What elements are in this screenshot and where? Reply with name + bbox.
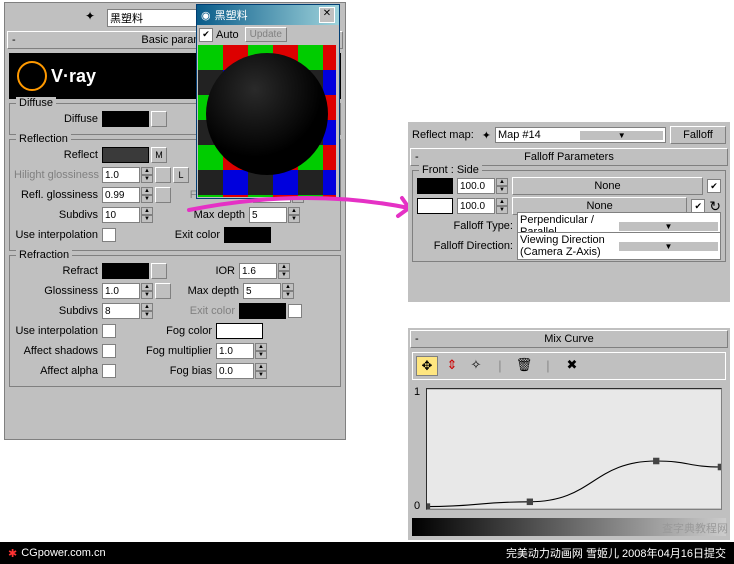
reset-icon[interactable]: ✖ <box>562 356 582 374</box>
side-color-swatch[interactable] <box>417 198 453 214</box>
preview-titlebar[interactable]: ◉ 黑塑料 ✕ <box>197 5 339 25</box>
chevron-down-icon: ▼ <box>619 242 718 251</box>
reflect-label: Reflect <box>14 149 102 161</box>
hilight-gloss-label: Hilight glossiness <box>14 169 102 181</box>
refract-swatch[interactable] <box>102 263 149 279</box>
reflect-map-button[interactable]: M <box>151 147 167 163</box>
watermark: 查字典教程网 <box>662 520 728 536</box>
preview-viewport <box>198 45 336 197</box>
star-icon: ✱ <box>8 547 17 560</box>
map-dropdown[interactable]: Map #14▼ <box>495 127 666 143</box>
falloff-type-button[interactable]: Falloff <box>670 126 726 144</box>
fog-color-label: Fog color <box>116 325 216 337</box>
affect-shadows-checkbox[interactable] <box>102 344 116 358</box>
chevron-down-icon: ▼ <box>619 222 718 231</box>
add-point-icon[interactable]: ✧ <box>466 356 486 374</box>
mix-curve-editor[interactable] <box>426 388 722 510</box>
preview-title-text: 黑塑料 <box>215 7 248 23</box>
r-subdivs-spinner[interactable]: ▲▼ <box>102 303 153 319</box>
curve-toolbar: ✥ ⇕ ✧ | 🗑 | ✖ <box>412 352 726 380</box>
tool-icon[interactable]: ✦ <box>85 9 95 23</box>
max-depth-label: Max depth <box>153 209 249 221</box>
fog-color-swatch[interactable] <box>216 323 263 339</box>
front-map-button[interactable]: None <box>512 177 703 195</box>
hilight-lock-button[interactable]: L <box>173 167 189 183</box>
fog-bias-label: Fog bias <box>116 365 216 377</box>
subdivs-label: Subdivs <box>14 209 102 221</box>
front-amount-spinner[interactable]: ▲▼ <box>457 178 508 194</box>
auto-checkbox[interactable]: ✔ <box>199 28 213 42</box>
auto-label: Auto <box>216 29 239 41</box>
exit-color-swatch[interactable] <box>224 227 271 243</box>
refract-map-button[interactable] <box>151 263 167 279</box>
diffuse-swatch[interactable] <box>102 111 149 127</box>
affect-shadows-label: Affect shadows <box>14 345 102 357</box>
front-enable-checkbox[interactable]: ✔ <box>707 179 721 193</box>
exit-color-label: Exit color <box>116 229 224 241</box>
glossiness-spinner[interactable]: ▲▼ <box>102 283 153 299</box>
affect-alpha-checkbox[interactable] <box>102 364 116 378</box>
use-interp-checkbox[interactable] <box>102 228 116 242</box>
minus-icon: - <box>415 333 419 345</box>
material-name-input[interactable] <box>107 9 203 27</box>
r-exit-color-swatch[interactable] <box>239 303 286 319</box>
glossiness-map-button[interactable] <box>155 283 171 299</box>
wand-icon[interactable]: ✦ <box>482 129 491 142</box>
side-amount-spinner[interactable]: ▲▼ <box>457 198 508 214</box>
rollout-mix-curve[interactable]: - Mix Curve <box>410 330 728 348</box>
refl-gloss-label: Refl. glossiness <box>14 189 102 201</box>
delete-icon[interactable]: 🗑 <box>514 356 534 374</box>
fog-bias-spinner[interactable]: ▲▼ <box>216 363 267 379</box>
r-use-interp-checkbox[interactable] <box>102 324 116 338</box>
use-interp-label: Use interpolation <box>14 229 102 241</box>
material-sphere <box>206 53 328 175</box>
refraction-group: Refraction Refract IOR ▲▼ Glossiness ▲▼ … <box>9 255 341 387</box>
axis-label-0: 0 <box>414 500 420 512</box>
falloff-dir-label: Falloff Direction: <box>417 240 517 252</box>
scale-icon[interactable]: ⇕ <box>442 356 462 374</box>
affect-alpha-label: Affect alpha <box>14 365 102 377</box>
footer-bar: ✱ CGpower.com.cn 完美动力动画网 雪姬儿 2008年04月16日… <box>0 542 734 564</box>
side-enable-checkbox[interactable]: ✔ <box>691 199 705 213</box>
credit-label: 完美动力动画网 雪姬儿 2008年04月16日提交 <box>506 545 726 561</box>
r-use-interp-label: Use interpolation <box>14 325 102 337</box>
preview-app-icon: ◉ <box>201 9 211 22</box>
ior-label: IOR <box>167 265 239 277</box>
hilight-map-button[interactable] <box>155 167 171 183</box>
r-exit-color-checkbox[interactable] <box>288 304 302 318</box>
hilight-gloss-spinner[interactable]: ▲▼ <box>102 167 153 183</box>
axis-label-1: 1 <box>414 386 420 398</box>
falloff-type-label: Falloff Type: <box>417 220 517 232</box>
front-color-swatch[interactable] <box>417 178 453 194</box>
refl-gloss-map-button[interactable] <box>155 187 171 203</box>
falloff-dir-dropdown[interactable]: Viewing Direction (Camera Z-Axis)▼ <box>517 232 721 260</box>
diffuse-label: Diffuse <box>14 113 102 125</box>
diffuse-map-button[interactable] <box>151 111 167 127</box>
fog-mult-label: Fog multiplier <box>116 345 216 357</box>
close-icon[interactable]: ✕ <box>319 7 335 23</box>
minus-icon: - <box>12 34 16 46</box>
chevron-down-icon: ▼ <box>580 131 663 140</box>
r-max-depth-spinner[interactable]: ▲▼ <box>243 283 294 299</box>
r-max-depth-label: Max depth <box>171 285 243 297</box>
minus-icon: - <box>415 151 419 163</box>
refl-gloss-spinner[interactable]: ▲▼ <box>102 187 153 203</box>
ior-spinner[interactable]: ▲▼ <box>239 263 290 279</box>
refract-label: Refract <box>14 265 102 277</box>
r-subdivs-label: Subdivs <box>14 305 102 317</box>
material-preview-window: ◉ 黑塑料 ✕ ✔ Auto Update <box>196 4 340 199</box>
reflect-map-label: Reflect map: <box>412 129 478 141</box>
reflect-swatch[interactable] <box>102 147 149 163</box>
site-label: CGpower.com.cn <box>21 547 105 559</box>
glossiness-label: Glossiness <box>14 285 102 297</box>
move-icon[interactable]: ✥ <box>416 356 438 376</box>
front-side-group: Front : Side ▲▼ None ✔ ▲▼ None ✔ ↻ Fallo… <box>412 170 726 262</box>
update-button[interactable]: Update <box>245 27 287 42</box>
fog-mult-spinner[interactable]: ▲▼ <box>216 343 267 359</box>
r-exit-color-label: Exit color <box>153 305 239 317</box>
subdivs-spinner[interactable]: ▲▼ <box>102 207 153 223</box>
max-depth-spinner[interactable]: ▲▼ <box>249 207 300 223</box>
